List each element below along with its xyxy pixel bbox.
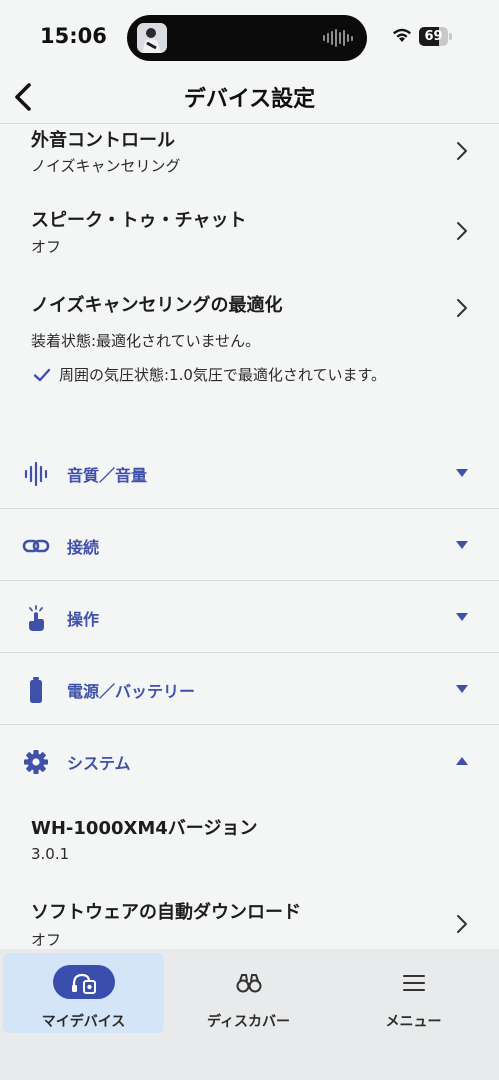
setting-nc-optimizer[interactable]: ノイズキャンセリングの最適化 装着状態:最適化されていません。 — [0, 286, 499, 350]
setting-value: 装着状態:最適化されていません。 — [31, 332, 261, 350]
section-label: 電源／バッテリー — [67, 682, 196, 701]
setting-title: 外音コントロール — [31, 130, 175, 151]
setting-value: オフ — [31, 238, 62, 256]
setting-title: ソフトウェアの自動ダウンロード — [31, 902, 301, 923]
section-connection[interactable]: 接続 — [0, 509, 499, 581]
section-sound-quality[interactable]: 音質／音量 — [0, 437, 499, 509]
page-title: デバイス設定 — [183, 87, 316, 112]
caret-up-icon — [456, 757, 468, 765]
setting-value: ノイズキャンセリング — [31, 157, 181, 175]
binoculars-icon — [236, 974, 261, 993]
touch-icon — [29, 605, 44, 631]
navigation-header: デバイス設定 — [0, 76, 499, 124]
section-label: 音質／音量 — [67, 466, 148, 485]
checkmark-icon — [33, 368, 51, 381]
dynamic-island[interactable] — [127, 15, 367, 61]
section-power-battery[interactable]: 電源／バッテリー — [0, 653, 499, 725]
check-text: 周囲の気圧状態:1.0気圧で最適化されています。 — [59, 366, 386, 384]
nav-my-device[interactable]: マイデバイス — [3, 953, 164, 1033]
chevron-right-icon — [457, 299, 467, 317]
caret-down-icon — [456, 685, 468, 693]
section-operation[interactable]: 操作 — [0, 581, 499, 653]
setting-speak-to-chat[interactable]: スピーク・トゥ・チャット オフ — [0, 200, 499, 266]
setting-title: ノイズキャンセリングの最適化 — [31, 295, 283, 316]
setting-ambient-sound-control[interactable]: 外音コントロール ノイズキャンセリング — [0, 124, 499, 190]
link-icon — [22, 539, 50, 553]
battery-icon: 69 — [419, 27, 452, 46]
atmospheric-pressure-status: 周囲の気圧状態:1.0気圧で最適化されています。 — [33, 364, 386, 385]
nav-discover[interactable]: ディスカバー — [168, 953, 329, 1033]
battery-icon — [30, 677, 42, 703]
status-bar: 15:06 69 — [0, 0, 499, 76]
section-system[interactable]: システム — [0, 725, 499, 797]
battery-level: 69 — [424, 29, 443, 44]
section-label: 操作 — [67, 610, 100, 629]
setting-firmware-version: WH-1000XM4バージョン 3.0.1 — [0, 810, 499, 870]
audio-waveform-icon — [323, 29, 353, 47]
caret-down-icon — [456, 613, 468, 621]
wifi-icon — [393, 28, 411, 42]
setting-value: オフ — [31, 931, 62, 949]
headphones-icon — [71, 973, 96, 994]
chevron-right-icon — [457, 142, 467, 160]
section-label: 接続 — [67, 538, 100, 557]
chevron-right-icon — [457, 915, 467, 933]
bottom-navigation: マイデバイス ディスカバー メニュー — [0, 949, 499, 1080]
setting-value: 3.0.1 — [31, 845, 70, 863]
nav-menu[interactable]: メニュー — [333, 953, 494, 1033]
nav-label: メニュー — [385, 1014, 442, 1030]
nav-label: マイデバイス — [41, 1014, 126, 1030]
now-playing-artwork — [137, 23, 167, 53]
chevron-right-icon — [457, 222, 467, 240]
caret-down-icon — [456, 541, 468, 549]
gear-icon — [24, 750, 48, 774]
caret-down-icon — [456, 469, 468, 477]
setting-title: WH-1000XM4バージョン — [31, 818, 258, 839]
nav-label: ディスカバー — [206, 1014, 291, 1030]
hamburger-menu-icon — [402, 975, 425, 991]
setting-title: スピーク・トゥ・チャット — [31, 210, 247, 231]
sound-wave-icon — [24, 461, 48, 487]
status-time: 15:06 — [40, 24, 107, 48]
setting-auto-software-download[interactable]: ソフトウェアの自動ダウンロード オフ — [0, 894, 499, 950]
section-label: システム — [67, 754, 131, 773]
